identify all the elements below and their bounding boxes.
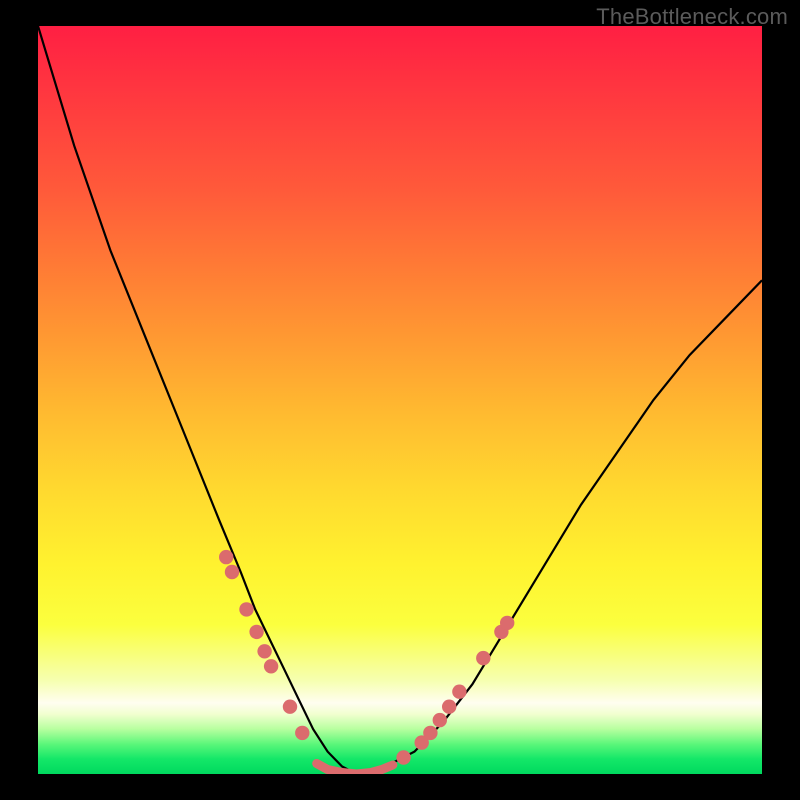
curve-marker	[433, 713, 447, 727]
curve-marker	[452, 685, 466, 699]
curve-marker	[423, 726, 437, 740]
curve-marker	[283, 700, 297, 714]
watermark-text: TheBottleneck.com	[596, 4, 788, 30]
chart-frame: TheBottleneck.com	[0, 0, 800, 800]
curve-marker	[295, 726, 309, 740]
curve-bottom-highlight	[317, 764, 393, 775]
plot-area	[38, 26, 762, 774]
curve-marker	[225, 565, 239, 579]
chart-svg	[38, 26, 762, 774]
curve-marker	[219, 550, 233, 564]
curve-marker	[396, 750, 410, 764]
curve-marker	[239, 602, 253, 616]
curve-marker	[264, 659, 278, 673]
curve-marker	[249, 625, 263, 639]
curve-marker	[257, 644, 271, 658]
curve-marker	[476, 651, 490, 665]
bottleneck-curve	[38, 26, 762, 774]
curve-marker	[442, 700, 456, 714]
curve-marker	[500, 616, 514, 630]
curve-markers	[219, 550, 514, 765]
